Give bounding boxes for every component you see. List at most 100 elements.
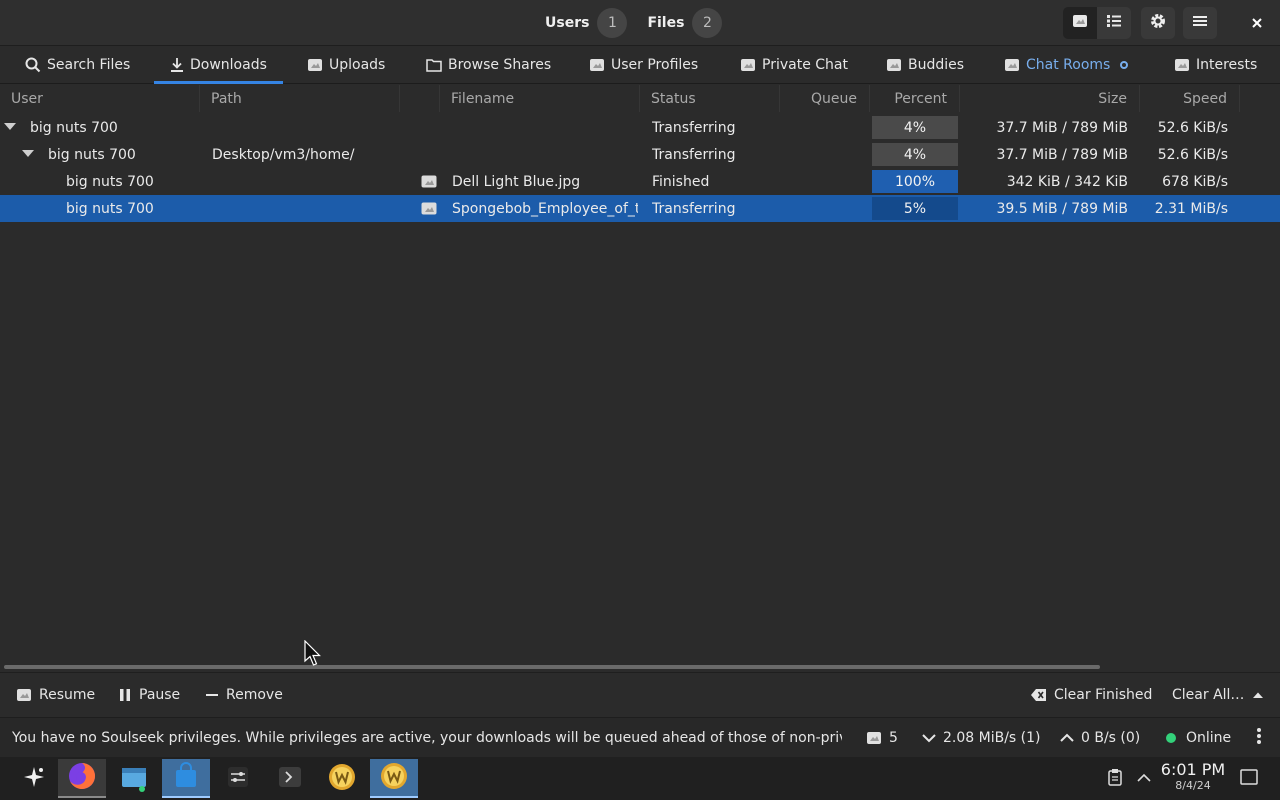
clipboard-icon bbox=[1107, 768, 1123, 790]
column-header-path[interactable]: Path bbox=[200, 85, 400, 112]
terminal-taskbar-button[interactable] bbox=[266, 759, 314, 798]
cell-path: Desktop/vm3/home/ bbox=[212, 146, 355, 163]
column-header-filename[interactable]: Filename bbox=[440, 85, 640, 112]
remove-label: Remove bbox=[226, 687, 283, 703]
discover-taskbar-button[interactable] bbox=[162, 759, 210, 798]
cell-percent: 4% bbox=[872, 116, 958, 139]
users-summary[interactable]: Users 1 bbox=[545, 8, 628, 38]
tab-buddies[interactable]: Buddies bbox=[886, 46, 964, 84]
settings-taskbar-button[interactable] bbox=[214, 759, 262, 798]
column-header-file-type[interactable] bbox=[400, 85, 440, 112]
files-count-badge: 2 bbox=[692, 8, 723, 38]
connections-count: 5 bbox=[889, 730, 898, 746]
horizontal-scrollbar[interactable] bbox=[4, 665, 1100, 669]
chevron-up-icon bbox=[1060, 733, 1074, 743]
online-status-icon bbox=[1166, 733, 1176, 743]
tab-uploads[interactable]: Uploads bbox=[307, 46, 385, 84]
chevron-up-icon bbox=[1137, 771, 1151, 787]
tab-user-profiles[interactable]: User Profiles bbox=[589, 46, 698, 84]
users-count-badge: 1 bbox=[597, 8, 628, 38]
tab-label: Interests bbox=[1196, 57, 1258, 73]
column-header-size[interactable]: Size bbox=[960, 85, 1140, 112]
tabs-view-button[interactable] bbox=[1063, 7, 1097, 39]
unread-indicator-icon bbox=[1120, 61, 1129, 69]
tab-label: User Profiles bbox=[611, 57, 699, 73]
desktop-icon bbox=[1240, 768, 1258, 789]
tab-chat-rooms[interactable]: Chat Rooms bbox=[1004, 46, 1129, 84]
clear-all-menu-button[interactable]: Clear All… bbox=[1172, 673, 1264, 717]
column-header-queue[interactable]: Queue bbox=[780, 85, 870, 112]
clock-date: 8/4/24 bbox=[1175, 779, 1211, 792]
column-header-speed[interactable]: Speed bbox=[1140, 85, 1240, 112]
preferences-button[interactable] bbox=[1141, 7, 1175, 39]
table-row[interactable]: big nuts 700 Dell Light Blue.jpg Finishe… bbox=[0, 168, 1280, 195]
expander-arrow-icon[interactable] bbox=[22, 150, 34, 157]
more-options-button[interactable] bbox=[1256, 718, 1262, 758]
main-menu-button[interactable] bbox=[1183, 7, 1217, 39]
list-view-button[interactable] bbox=[1097, 7, 1131, 39]
pause-button[interactable]: Pause bbox=[118, 673, 180, 717]
status-message: You have no Soulseek privileges. While p… bbox=[12, 730, 842, 746]
tab-interests[interactable]: Interests bbox=[1174, 46, 1257, 84]
cell-user: big nuts 700 bbox=[48, 146, 136, 163]
cell-speed: 678 KiB/s bbox=[1162, 173, 1228, 190]
connections-indicator[interactable]: 5 bbox=[866, 718, 898, 758]
clear-finished-button[interactable]: Clear Finished bbox=[1031, 673, 1152, 717]
pause-icon bbox=[118, 688, 132, 702]
files-summary[interactable]: Files 2 bbox=[647, 8, 723, 38]
cell-speed: 52.6 KiB/s bbox=[1157, 146, 1228, 163]
show-hidden-icons-button[interactable] bbox=[1132, 759, 1156, 798]
column-header-status[interactable]: Status bbox=[640, 85, 780, 112]
upload-speed: 0 B/s (0) bbox=[1081, 730, 1141, 746]
file-manager-taskbar-button[interactable] bbox=[110, 759, 158, 798]
download-speed: 2.08 MiB/s (1) bbox=[943, 730, 1041, 746]
missing-image-icon bbox=[1004, 58, 1020, 72]
connection-status[interactable]: Online bbox=[1166, 718, 1231, 758]
view-mode-toggle bbox=[1063, 7, 1131, 39]
close-window-button[interactable] bbox=[1240, 7, 1274, 39]
remove-button[interactable]: Remove bbox=[205, 673, 283, 717]
tab-label: Buddies bbox=[908, 57, 965, 73]
clear-icon bbox=[1031, 689, 1047, 701]
column-header-percent[interactable]: Percent bbox=[870, 85, 960, 112]
column-header-user[interactable]: User bbox=[0, 85, 200, 112]
show-desktop-button[interactable] bbox=[1232, 759, 1266, 798]
expander-arrow-icon[interactable] bbox=[4, 123, 16, 130]
cell-percent: 100% bbox=[872, 170, 958, 193]
connection-status-label: Online bbox=[1186, 730, 1232, 746]
nicotine-active-taskbar-button[interactable] bbox=[370, 759, 418, 798]
vertical-dots-icon bbox=[1256, 727, 1262, 749]
resume-button[interactable]: Resume bbox=[16, 673, 95, 717]
nicotine-taskbar-button[interactable] bbox=[318, 759, 366, 798]
tab-private-chat[interactable]: Private Chat bbox=[740, 46, 848, 84]
missing-image-icon bbox=[1072, 14, 1088, 32]
system-clock[interactable]: 6:01 PM 8/4/24 bbox=[1160, 761, 1226, 793]
tab-label: Private Chat bbox=[762, 57, 848, 73]
cell-filename: Spongebob_Employee_of_the bbox=[452, 200, 638, 217]
table-row[interactable]: big nuts 700 Transferring 4% 37.7 MiB / … bbox=[0, 114, 1280, 141]
close-icon bbox=[1251, 14, 1263, 33]
tab-label: Chat Rooms bbox=[1026, 57, 1111, 73]
cell-status: Transferring bbox=[652, 146, 736, 163]
tab-browse-shares[interactable]: Browse Shares bbox=[426, 46, 551, 84]
clear-finished-label: Clear Finished bbox=[1054, 687, 1153, 703]
missing-image-icon bbox=[1174, 58, 1190, 72]
main-tabs: Search Files Downloads Uploads Browse Sh… bbox=[0, 46, 1280, 84]
download-speed-indicator[interactable]: 2.08 MiB/s (1) bbox=[922, 718, 1041, 758]
clear-all-label: Clear All… bbox=[1172, 687, 1245, 703]
cell-speed: 52.6 KiB/s bbox=[1157, 119, 1228, 136]
missing-image-icon bbox=[740, 58, 756, 72]
list-icon bbox=[1106, 14, 1122, 32]
missing-image-icon bbox=[307, 58, 323, 72]
app-launcher-button[interactable] bbox=[10, 759, 58, 798]
table-row-selected[interactable]: big nuts 700 Spongebob_Employee_of_the T… bbox=[0, 195, 1280, 222]
table-row[interactable]: big nuts 700 Desktop/vm3/home/ Transferr… bbox=[0, 141, 1280, 168]
firefox-taskbar-button[interactable] bbox=[58, 759, 106, 798]
resume-label: Resume bbox=[39, 687, 96, 703]
tab-label: Downloads bbox=[190, 57, 267, 73]
missing-image-icon bbox=[16, 688, 32, 702]
upload-speed-indicator[interactable]: 0 B/s (0) bbox=[1060, 718, 1140, 758]
tab-downloads[interactable]: Downloads bbox=[154, 46, 283, 84]
files-label: Files bbox=[647, 15, 685, 31]
tab-search-files[interactable]: Search Files bbox=[25, 46, 130, 84]
